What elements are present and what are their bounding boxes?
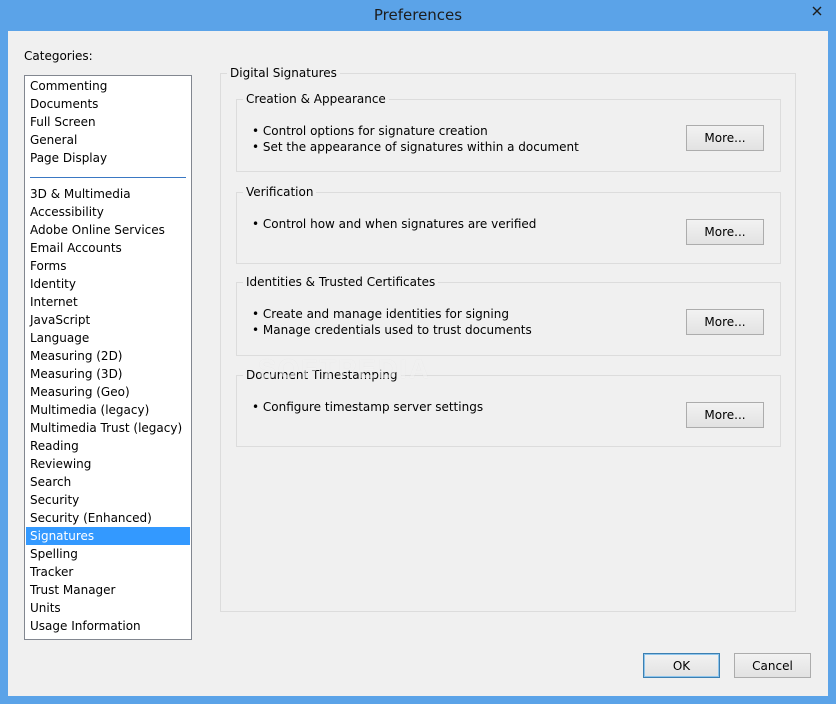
timestamping-section: Document Timestamping • Configure timest… <box>236 368 781 447</box>
category-item-trust-manager[interactable]: Trust Manager <box>26 581 190 599</box>
category-item-search[interactable]: Search <box>26 473 190 491</box>
window-title: Preferences <box>373 6 463 24</box>
category-item-signatures[interactable]: Signatures <box>26 527 190 545</box>
category-item-language[interactable]: Language <box>26 329 190 347</box>
cancel-button[interactable]: Cancel <box>734 653 811 678</box>
dialog-body: Categories: Commenting Documents Full Scre… <box>8 31 828 696</box>
categories-label: Categories: <box>24 49 93 63</box>
category-item-accessibility[interactable]: Accessibility <box>26 203 190 221</box>
category-item-internet[interactable]: Internet <box>26 293 190 311</box>
preferences-window: Preferences Categories: Commenting Docume… <box>0 0 836 704</box>
category-item-measuring-geo[interactable]: Measuring (Geo) <box>26 383 190 401</box>
category-item-adobe-online-services[interactable]: Adobe Online Services <box>26 221 190 239</box>
title-bar[interactable]: Preferences <box>0 0 836 31</box>
section-bullet: • Control options for signature creation <box>252 124 488 138</box>
category-item-page-display[interactable]: Page Display <box>26 149 190 167</box>
category-item-measuring-2d[interactable]: Measuring (2D) <box>26 347 190 365</box>
category-item-general[interactable]: General <box>26 131 190 149</box>
watermark: SOFTPEDIA <box>258 354 431 384</box>
category-separator <box>30 177 186 178</box>
section-bullet: • Manage credentials used to trust docum… <box>252 323 532 337</box>
creation-more-button[interactable]: More... <box>686 125 764 151</box>
identities-section: Identities & Trusted Certificates • Crea… <box>236 275 781 356</box>
identities-more-button[interactable]: More... <box>686 309 764 335</box>
verification-section: Verification • Control how and when sign… <box>236 185 781 264</box>
category-item-forms[interactable]: Forms <box>26 257 190 275</box>
section-title: Creation & Appearance <box>243 92 389 106</box>
category-item-units[interactable]: Units <box>26 599 190 617</box>
category-item-commenting[interactable]: Commenting <box>26 77 190 95</box>
section-bullet: • Control how and when signatures are ve… <box>252 217 537 231</box>
section-title: Verification <box>243 185 317 199</box>
category-item-3d-multimedia[interactable]: 3D & Multimedia <box>26 185 190 203</box>
category-item-tracker[interactable]: Tracker <box>26 563 190 581</box>
category-item-multimedia-trust-legacy[interactable]: Multimedia Trust (legacy) <box>26 419 190 437</box>
section-bullet: • Create and manage identities for signi… <box>252 307 509 321</box>
category-item-usage-information[interactable]: Usage Information <box>26 617 190 635</box>
digital-signatures-title: Digital Signatures <box>227 66 340 80</box>
category-item-measuring-3d[interactable]: Measuring (3D) <box>26 365 190 383</box>
creation-appearance-section: Creation & Appearance • Control options … <box>236 92 781 172</box>
category-item-full-screen[interactable]: Full Screen <box>26 113 190 131</box>
category-item-javascript[interactable]: JavaScript <box>26 311 190 329</box>
section-title: Identities & Trusted Certificates <box>243 275 439 289</box>
verification-more-button[interactable]: More... <box>686 219 764 245</box>
category-item-security[interactable]: Security <box>26 491 190 509</box>
categories-list[interactable]: Commenting Documents Full Screen General Pag… <box>24 75 192 640</box>
section-bullet: • Configure timestamp server settings <box>252 400 484 414</box>
category-item-spelling[interactable]: Spelling <box>26 545 190 563</box>
close-button[interactable] <box>804 1 830 20</box>
close-icon <box>812 6 822 15</box>
section-bullet: • Set the appearance of signatures withi… <box>252 140 579 154</box>
category-item-reviewing[interactable]: Reviewing <box>26 455 190 473</box>
category-item-email-accounts[interactable]: Email Accounts <box>26 239 190 257</box>
category-item-reading[interactable]: Reading <box>26 437 190 455</box>
category-item-security-enhanced[interactable]: Security (Enhanced) <box>26 509 190 527</box>
category-item-identity[interactable]: Identity <box>26 275 190 293</box>
category-item-multimedia-legacy[interactable]: Multimedia (legacy) <box>26 401 190 419</box>
ok-button[interactable]: OK <box>643 653 720 678</box>
timestamping-more-button[interactable]: More... <box>686 402 764 428</box>
category-item-documents[interactable]: Documents <box>26 95 190 113</box>
digital-signatures-group: Digital Signatures Creation & Appearance… <box>220 66 796 612</box>
